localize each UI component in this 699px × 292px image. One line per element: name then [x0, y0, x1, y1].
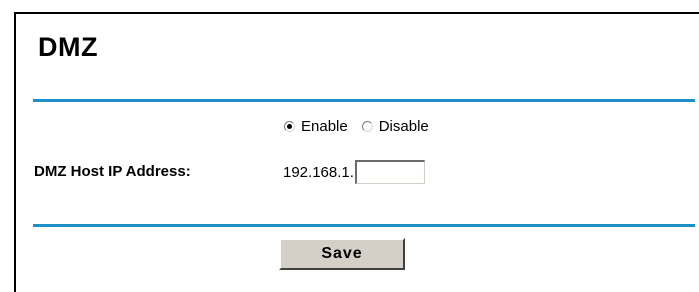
- enable-label: Enable: [301, 118, 348, 135]
- dmz-host-ip-label: DMZ Host IP Address:: [34, 163, 191, 180]
- save-button[interactable]: Save: [279, 238, 405, 270]
- dmz-status-radio-group: Enable Disable: [284, 118, 443, 135]
- ip-prefix: 192.168.1.: [283, 163, 354, 181]
- divider-bottom: [33, 224, 695, 227]
- enable-radio[interactable]: [284, 121, 295, 132]
- disable-label: Disable: [378, 118, 429, 135]
- dmz-host-ip-group: 192.168.1.: [283, 160, 425, 184]
- enable-option[interactable]: Enable: [284, 118, 348, 135]
- page-title: DMZ: [38, 32, 98, 62]
- disable-radio[interactable]: [361, 121, 373, 132]
- divider-top: [33, 99, 695, 102]
- disable-option[interactable]: Disable: [361, 118, 429, 135]
- dmz-host-ip-input[interactable]: [354, 160, 425, 184]
